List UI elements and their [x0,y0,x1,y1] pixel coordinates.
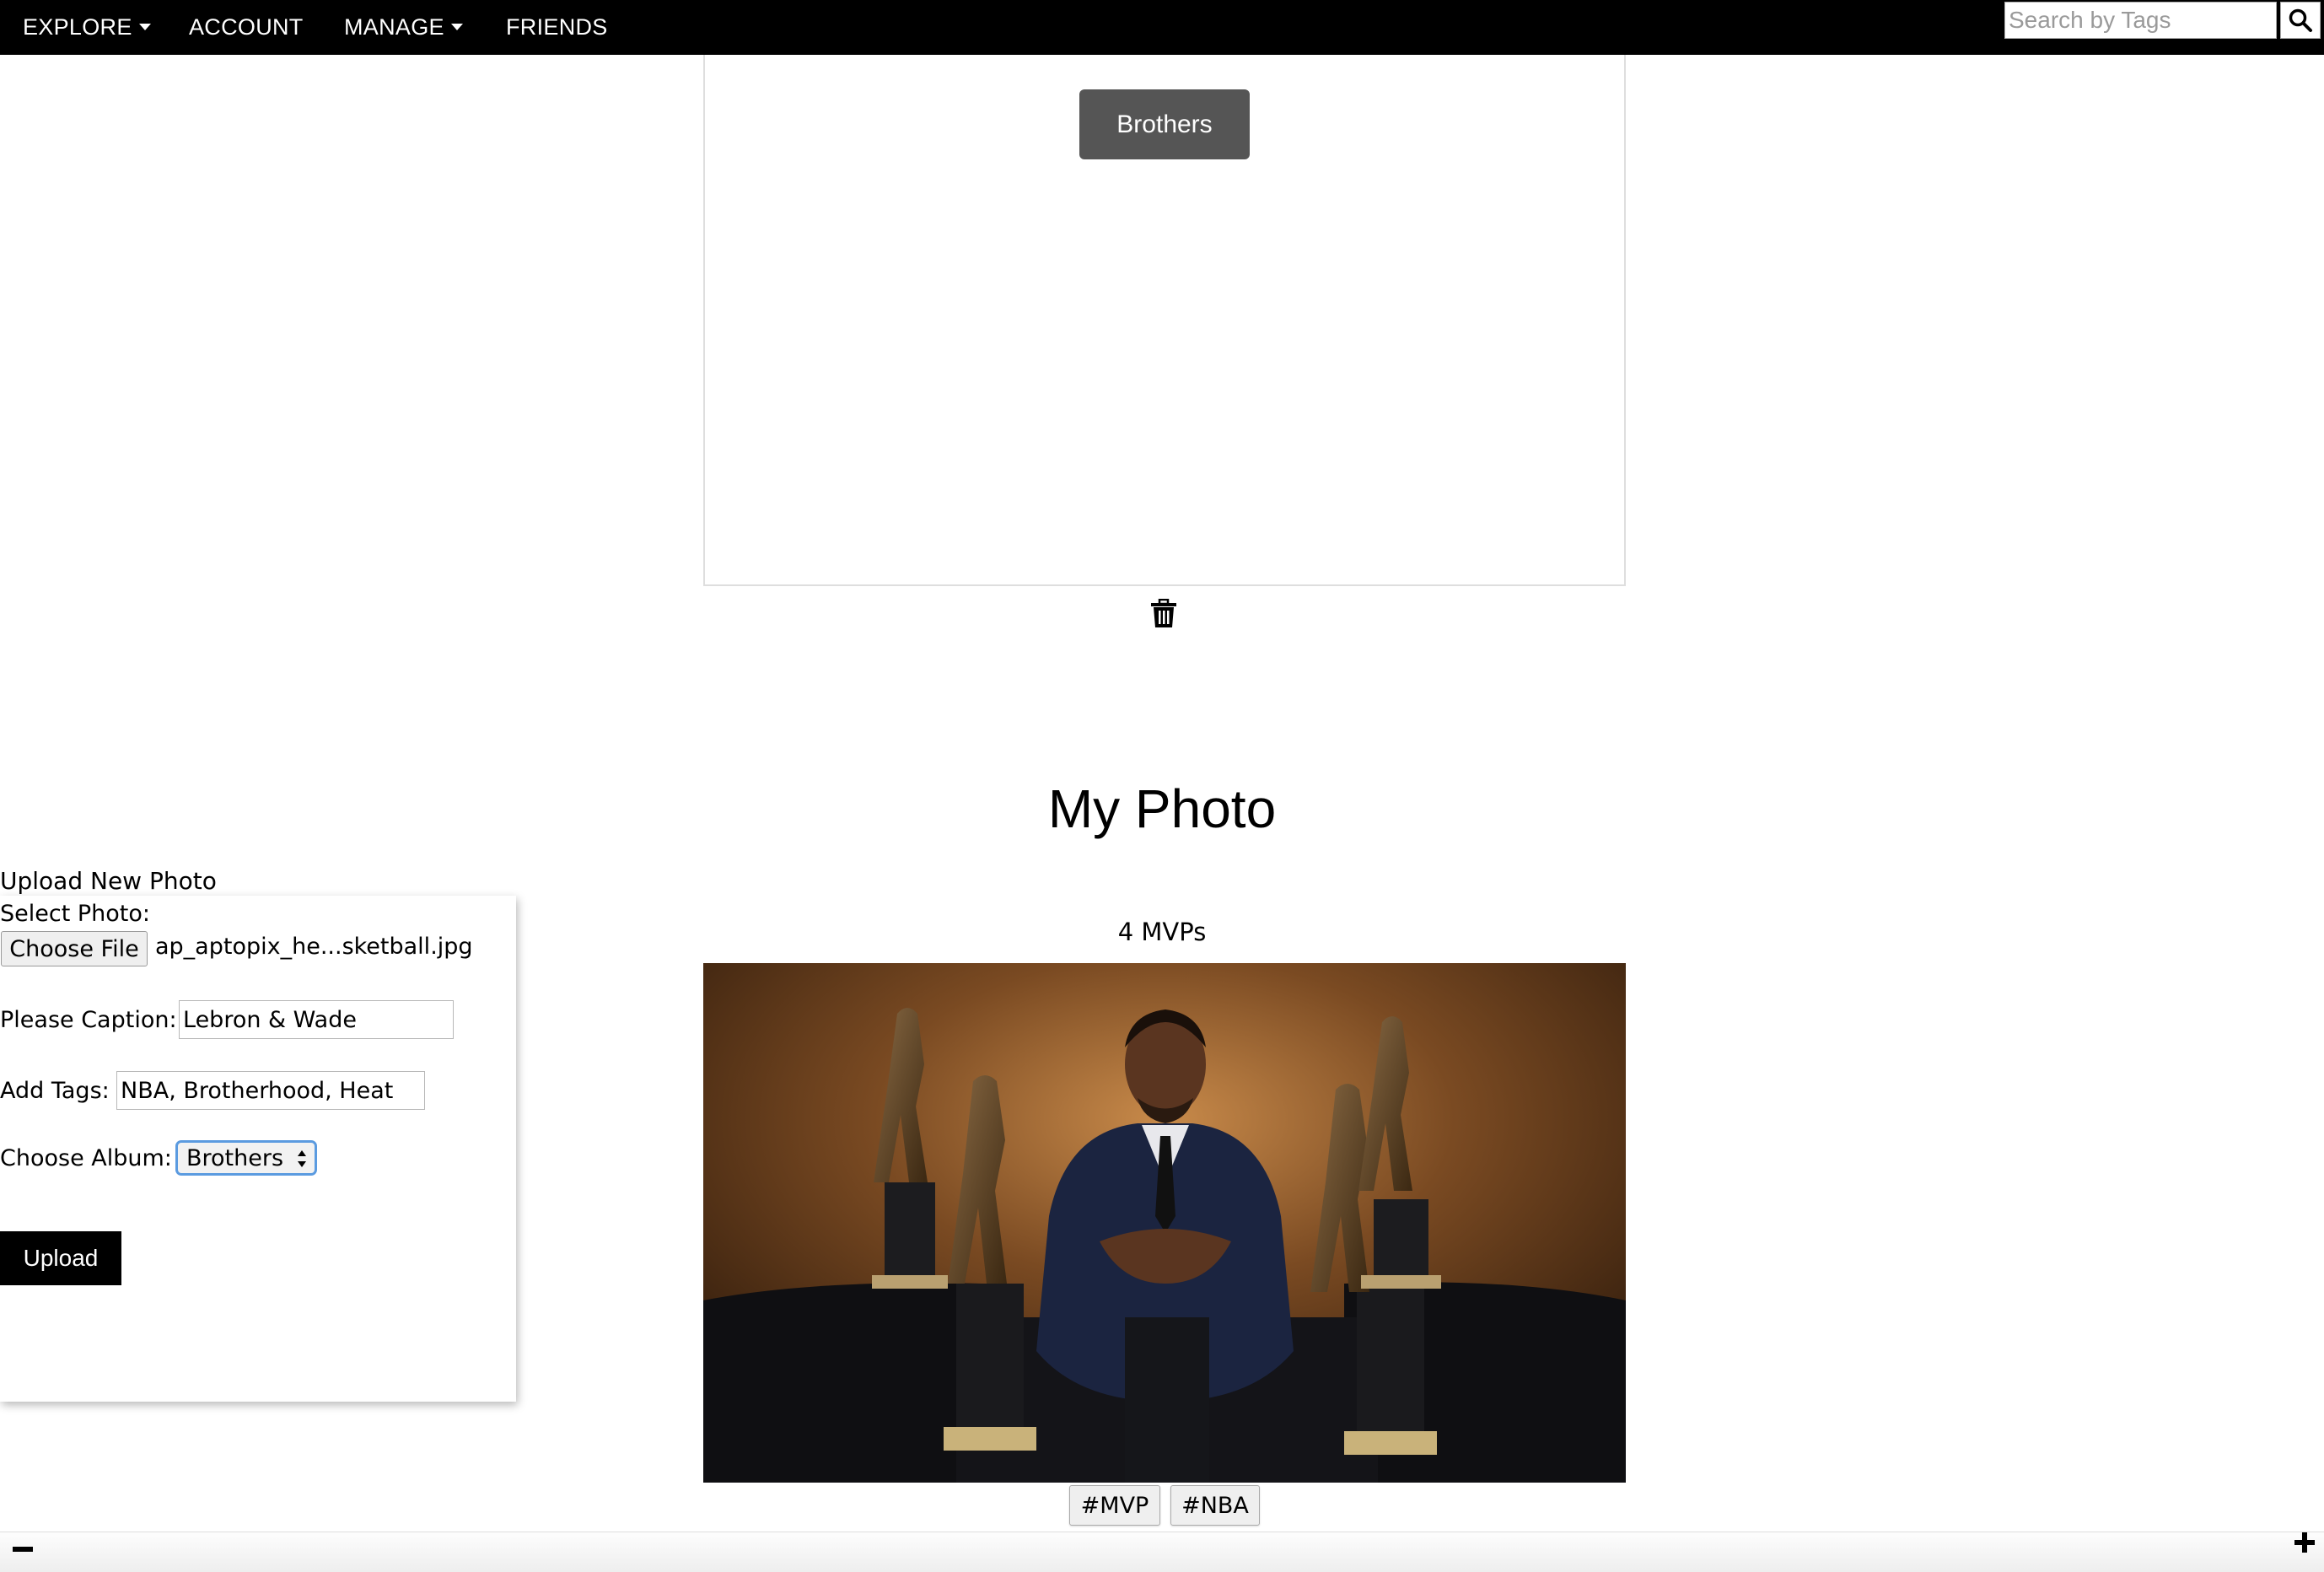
album-select[interactable]: Brothers [175,1140,317,1176]
select-arrows-icon [298,1150,306,1167]
photo-image[interactable] [703,963,1626,1483]
tag-button-mvp[interactable]: #MVP [1069,1485,1160,1526]
nav-manage-label: MANAGE [344,14,444,40]
album-button-brothers[interactable]: Brothers [1079,89,1250,159]
tags-label: Add Tags: [0,1078,110,1104]
zoom-bar [0,1532,2324,1572]
minus-icon[interactable] [10,1537,35,1562]
nav-explore[interactable]: EXPLORE [23,0,151,55]
tag-button-nba[interactable]: #NBA [1170,1485,1260,1526]
trash-icon[interactable] [1150,599,1177,629]
nav-account[interactable]: ACCOUNT [189,0,304,55]
nav-explore-label: EXPLORE [23,14,132,40]
tags-input[interactable] [116,1071,425,1110]
search-icon [2289,8,2312,32]
nav-friends-label: FRIENDS [506,14,608,40]
plus-icon[interactable] [2292,1530,2317,1555]
tag-search-input[interactable] [2004,2,2277,39]
caption-label: Please Caption: [0,1007,177,1033]
caret-down-icon [450,23,463,30]
top-navbar: EXPLORE ACCOUNT MANAGE FRIENDS [0,0,2324,55]
album-select-label: Choose Album: [0,1145,172,1171]
photo-caption: 4 MVPs [1117,918,1207,946]
upload-button[interactable]: Upload [0,1231,121,1285]
upload-heading: Upload New Photo [0,867,217,895]
nav-friends[interactable]: FRIENDS [506,0,608,55]
nav-manage[interactable]: MANAGE [344,0,463,55]
album-select-value: Brothers [186,1144,284,1171]
caption-input[interactable] [179,1000,454,1039]
nav-account-label: ACCOUNT [189,14,304,40]
page-title: My Photo [1047,778,1277,839]
search-button[interactable] [2280,2,2321,39]
caret-down-icon [138,23,151,30]
